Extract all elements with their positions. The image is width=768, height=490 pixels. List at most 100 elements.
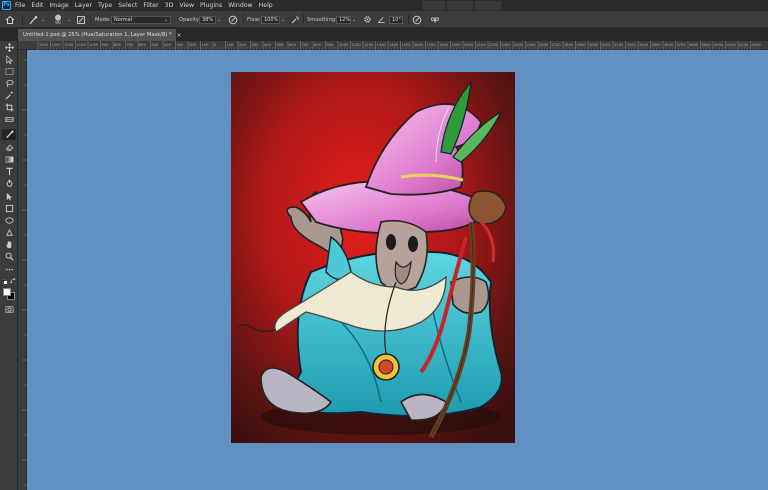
brush-preset-icon[interactable]: ⌄: [28, 11, 45, 28]
gradient-tool-icon[interactable]: [2, 154, 16, 165]
options-bar: ⌄ 90 ⌄ Mode: Normal ⌄ Opacity: 38% ⌄ Flo…: [0, 11, 768, 28]
ruler-label: 3700: [677, 43, 687, 47]
opacity-input[interactable]: 38% ⌄: [199, 11, 221, 28]
default-colors-icon[interactable]: [1, 278, 7, 284]
chevron-down-icon: ⌄: [163, 16, 168, 23]
ruler-label: 3200: [614, 43, 624, 47]
ruler-label: 4200: [739, 43, 749, 47]
pressure-opacity-icon[interactable]: [228, 11, 238, 28]
menu-type[interactable]: Type: [98, 2, 112, 9]
menu-window[interactable]: Window: [228, 2, 252, 9]
ruler-label: 2100: [477, 43, 487, 47]
ruler-label: 2800: [564, 43, 574, 47]
home-icon[interactable]: [5, 11, 15, 28]
rectangle-tool-icon[interactable]: [2, 203, 16, 214]
chevron-down-icon[interactable]: ⌄: [217, 17, 221, 23]
eraser-tool-icon[interactable]: [2, 142, 16, 153]
ruler-label: 1600: [414, 43, 424, 47]
swap-colors-icon[interactable]: [9, 277, 16, 284]
custom-shape-tool-icon[interactable]: [2, 227, 16, 238]
menu-edit[interactable]: Edit: [31, 2, 43, 9]
menu-3d[interactable]: 3D: [165, 2, 174, 9]
path-selection-tool-icon[interactable]: [2, 191, 16, 202]
ruler-label: 400: [264, 43, 272, 47]
photoshop-logo-icon: Ps: [2, 1, 11, 10]
brush-angle-icon[interactable]: [377, 11, 386, 28]
canvas-workspace[interactable]: [27, 50, 768, 490]
ruler-label: 1200: [64, 43, 74, 47]
more-tools-icon[interactable]: [2, 264, 16, 275]
menu-image[interactable]: Image: [49, 2, 68, 9]
brush-tool-icon[interactable]: [2, 129, 16, 140]
airbrush-icon[interactable]: [290, 11, 300, 28]
angle-value: 10°: [392, 16, 401, 23]
brush-chevron-icon[interactable]: ⌄: [66, 11, 71, 28]
ruler-label: 100: [227, 43, 235, 47]
menu-filter[interactable]: Filter: [143, 2, 158, 9]
ruler-label: 3000: [589, 43, 599, 47]
ruler-label: 3800: [689, 43, 699, 47]
vertical-ruler: [18, 50, 27, 490]
ruler-label: 800: [114, 43, 122, 47]
magic-wand-tool-icon[interactable]: [2, 90, 16, 101]
chevron-down-icon[interactable]: ⌄: [281, 17, 285, 23]
window-maximize-button[interactable]: [447, 1, 473, 10]
ruler-label: 4100: [727, 43, 737, 47]
menu-help[interactable]: Help: [259, 2, 273, 9]
document-tab[interactable]: Untitled-1.psd @ 25% (Hue/Saturation 1, …: [18, 29, 182, 41]
window-minimize-button[interactable]: [423, 1, 445, 10]
ruler-label: 0: [214, 43, 217, 47]
ruler-label: 1000: [339, 43, 349, 47]
ruler-label: 500: [152, 43, 160, 47]
ruler-label: 1300: [377, 43, 387, 47]
type-tool-icon[interactable]: [2, 166, 16, 177]
ruler-label: 700: [127, 43, 135, 47]
ruler-label: 500: [277, 43, 285, 47]
ruler-label: 3600: [664, 43, 674, 47]
ruler-label: 800: [314, 43, 322, 47]
pressure-size-icon[interactable]: [412, 11, 422, 28]
polygon-tool-icon[interactable]: [2, 215, 16, 226]
zoom-tool-icon[interactable]: [2, 251, 16, 262]
quick-mask-icon[interactable]: [2, 304, 16, 315]
ruler-label: 2000: [464, 43, 474, 47]
mode-select[interactable]: Normal ⌄: [111, 11, 171, 28]
ruler-label: 900: [102, 43, 110, 47]
chevron-down-icon[interactable]: ⌄: [352, 17, 356, 23]
hand-tool-icon[interactable]: [2, 239, 16, 250]
ruler-label: 600: [139, 43, 147, 47]
wizard-illustration: [231, 72, 515, 443]
lasso-tool-icon[interactable]: [2, 78, 16, 89]
frame-tool-icon[interactable]: [2, 114, 16, 125]
ruler-label: 2600: [539, 43, 549, 47]
foreground-color-swatch[interactable]: [3, 288, 11, 296]
window-close-button[interactable]: [475, 1, 501, 10]
menu-select[interactable]: Select: [118, 2, 137, 9]
ruler-label: 600: [289, 43, 297, 47]
smoothing-options-gear-icon[interactable]: [363, 11, 372, 28]
flow-input[interactable]: 100% ⌄: [261, 11, 285, 28]
brush-size-picker[interactable]: 90: [53, 11, 63, 28]
pen-tool-icon[interactable]: [2, 178, 16, 189]
ruler-label: 3500: [652, 43, 662, 47]
marquee-tool-icon[interactable]: [2, 66, 16, 77]
artboard-tool-icon[interactable]: [2, 54, 16, 65]
smoothing-input[interactable]: 12% ⌄: [336, 11, 356, 28]
menu-file[interactable]: File: [15, 2, 25, 9]
brush-angle-input[interactable]: 10°: [389, 11, 403, 28]
crop-tool-icon[interactable]: [2, 102, 16, 113]
symmetry-butterfly-icon[interactable]: [430, 11, 440, 28]
ruler-label: 1700: [427, 43, 437, 47]
close-icon[interactable]: ×: [177, 32, 182, 39]
menu-layer[interactable]: Layer: [75, 2, 92, 9]
brush-settings-icon[interactable]: [76, 11, 86, 28]
horizontal-ruler: 1400 1300 1200 1100 1000 900 800 700 600 500 400 30…: [18, 41, 768, 50]
document-canvas[interactable]: [231, 72, 515, 443]
ruler-label: 200: [239, 43, 247, 47]
ruler-label: 3900: [702, 43, 712, 47]
move-tool-icon[interactable]: [2, 42, 16, 53]
menu-view[interactable]: View: [179, 2, 194, 9]
menu-plugins[interactable]: Plugins: [200, 2, 222, 9]
ruler-label: 700: [302, 43, 310, 47]
brush-size-value: 90: [55, 20, 61, 26]
